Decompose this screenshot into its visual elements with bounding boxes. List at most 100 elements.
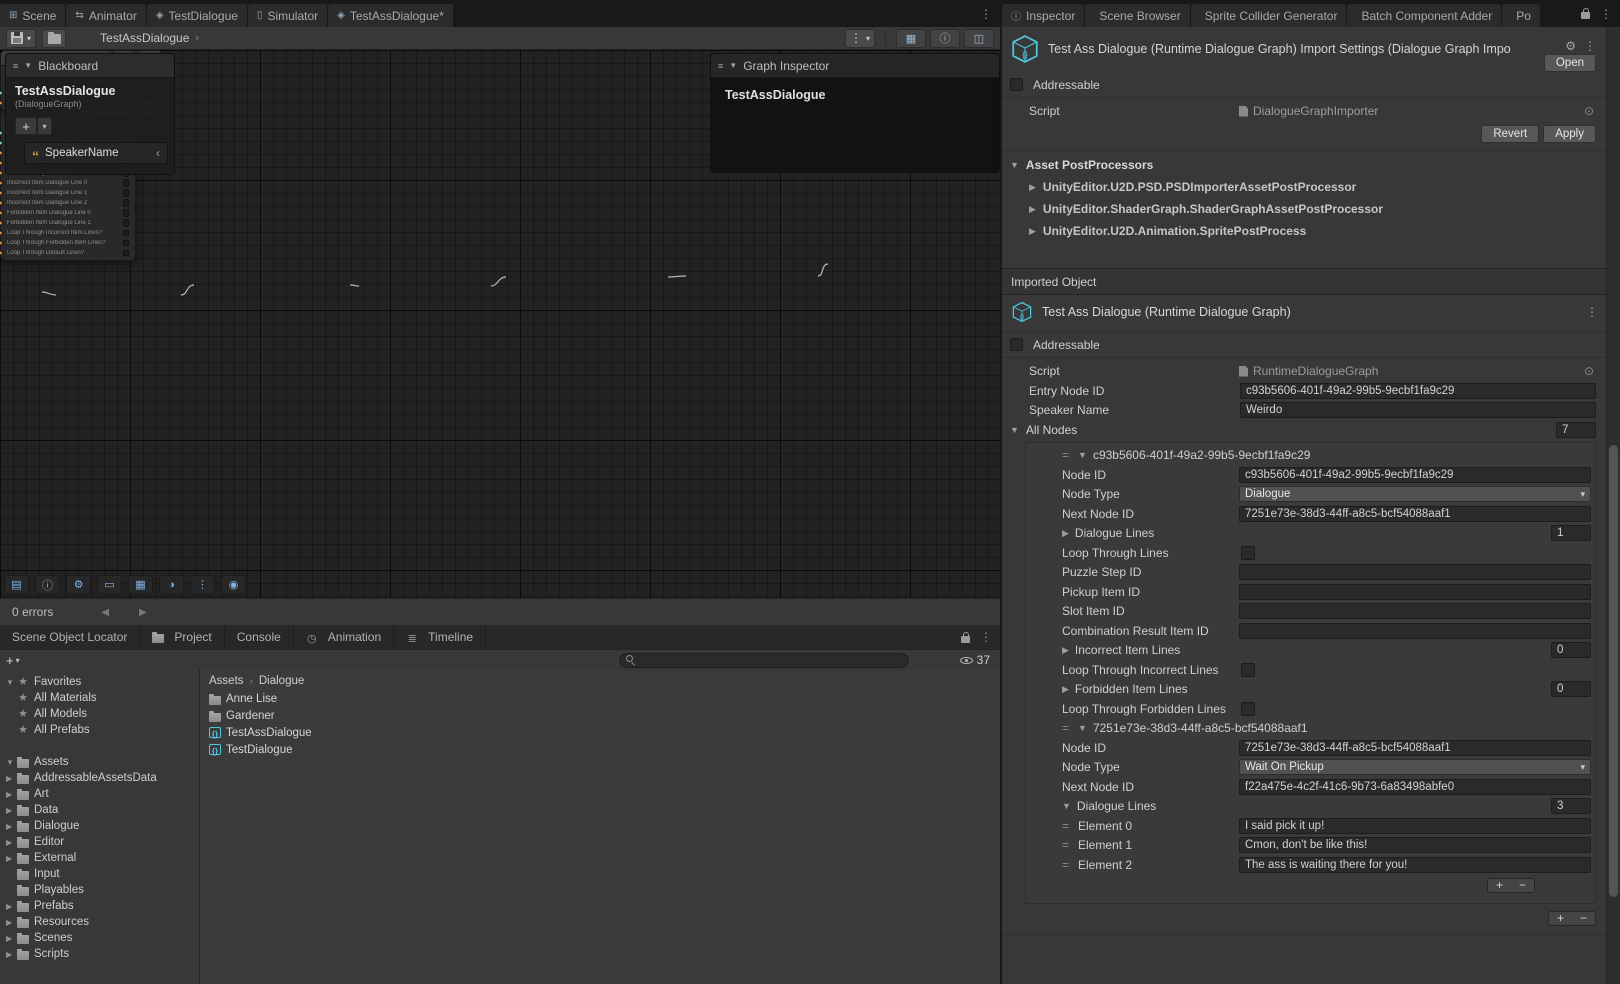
- inspector-property-row[interactable]: = Element 2 The ass is waiting there for…: [1026, 855, 1595, 875]
- addressable-checkbox[interactable]: [1010, 78, 1023, 91]
- tree-item[interactable]: ▶ Prefabs: [0, 898, 199, 914]
- script-value[interactable]: DialogueGraphImporter: [1239, 104, 1606, 118]
- expand-arrow-icon[interactable]: ▶: [6, 774, 17, 783]
- remove-node-button[interactable]: −: [1572, 912, 1595, 925]
- add-property-dropdown[interactable]: ▾: [38, 117, 52, 135]
- inspector-tab[interactable]: Po: [1502, 4, 1541, 27]
- bottom-tab[interactable]: Animation: [294, 625, 394, 649]
- speaker-name-field[interactable]: Weirdo: [1240, 402, 1596, 418]
- drag-handle-icon[interactable]: =: [1062, 448, 1068, 462]
- prev-error-button[interactable]: ◀: [101, 607, 109, 618]
- foldout-arrow-icon[interactable]: ▶: [1062, 684, 1069, 695]
- node-row-value[interactable]: [123, 209, 129, 217]
- array-size-field[interactable]: 0: [1551, 642, 1591, 658]
- tree-item[interactable]: ▶ Scripts: [0, 946, 199, 962]
- property-value[interactable]: Wait On Pickup: [1239, 759, 1591, 775]
- input-port-icon[interactable]: [0, 231, 3, 236]
- node-row[interactable]: Forbidden Item Dialogue Line 1: [1, 218, 135, 228]
- save-button[interactable]: ▾: [6, 29, 36, 48]
- presets-icon[interactable]: ⚙: [1565, 39, 1576, 53]
- graph-footer-button[interactable]: ◑: [159, 575, 184, 594]
- inspector-property-row[interactable]: = ▼ c93b5606-401f-49a2-99b5-9ecbf1fa9c29: [1026, 446, 1595, 466]
- tree-item[interactable]: ▼ Assets: [0, 754, 199, 770]
- property-value[interactable]: c93b5606-401f-49a2-99b5-9ecbf1fa9c29: [1239, 467, 1591, 483]
- remove-element-button[interactable]: −: [1511, 879, 1534, 892]
- blackboard-panel[interactable]: ≡ ▼ Blackboard TestAssDialogue (Dialogue…: [5, 53, 175, 175]
- input-port-icon[interactable]: [0, 251, 3, 256]
- editor-tab[interactable]: ▯ Simulator: [248, 4, 328, 27]
- property-value[interactable]: [1241, 546, 1255, 560]
- toolbar-toggle-button[interactable]: ⓘ: [930, 29, 960, 48]
- file-row[interactable]: Anne Lise: [200, 690, 1000, 707]
- postprocessor-item[interactable]: ▶ UnityEditor.U2D.Animation.SpritePostPr…: [1002, 220, 1606, 242]
- node-row[interactable]: Incorrect Item Dialogue Line 0: [1, 178, 135, 188]
- input-port-icon[interactable]: [0, 161, 3, 166]
- revert-button[interactable]: Revert: [1481, 125, 1539, 143]
- inspector-property-row[interactable]: = Pickup Item ID: [1026, 582, 1595, 602]
- property-value[interactable]: [1239, 603, 1591, 619]
- lock-icon[interactable]: [1581, 12, 1590, 19]
- tree-item[interactable]: ▶ Data: [0, 802, 199, 818]
- graph-inspector-header[interactable]: ≡ ▼ Graph Inspector: [711, 54, 999, 78]
- lock-icon[interactable]: [961, 636, 970, 643]
- breadcrumb-root[interactable]: Assets: [209, 675, 244, 687]
- inspector-scrollbar[interactable]: [1606, 27, 1620, 984]
- expand-arrow-icon[interactable]: ▶: [6, 918, 17, 927]
- foldout-arrow-icon[interactable]: ▶: [1062, 645, 1069, 656]
- node-row-value[interactable]: [123, 240, 129, 246]
- property-value[interactable]: [1239, 584, 1591, 600]
- array-size-field[interactable]: 7: [1556, 422, 1596, 438]
- property-value[interactable]: [1241, 663, 1255, 677]
- menu-dots-icon[interactable]: ⋮: [1586, 305, 1598, 319]
- edge[interactable]: [181, 285, 194, 295]
- node-row[interactable]: Incorrect Item Dialogue Line 2: [1, 198, 135, 208]
- node-row[interactable]: Incorrect Item Dialogue Line 1: [1, 188, 135, 198]
- next-error-button[interactable]: ▶: [139, 607, 147, 618]
- menu-dots-icon[interactable]: ⋮: [1584, 39, 1596, 53]
- postprocessors-foldout[interactable]: ▼ Asset PostProcessors: [1002, 154, 1606, 176]
- property-value[interactable]: 7251e73e-38d3-44ff-a8c5-bcf54088aaf1: [1239, 740, 1591, 756]
- property-value[interactable]: Dialogue: [1239, 486, 1591, 502]
- foldout-arrow-icon[interactable]: ▼: [1078, 450, 1087, 460]
- collapse-icon[interactable]: ▼: [24, 61, 32, 70]
- tree-item[interactable]: All Models: [0, 706, 199, 722]
- menu-dots-icon[interactable]: ⋮: [980, 630, 992, 644]
- drag-handle-icon[interactable]: =: [1062, 819, 1068, 833]
- all-nodes-foldout[interactable]: ▼ All Nodes 7: [1002, 420, 1606, 440]
- input-port-icon[interactable]: [0, 171, 3, 176]
- drag-handle-icon[interactable]: =: [1062, 858, 1068, 872]
- property-value[interactable]: f22a475e-4c2f-41c6-9b73-6a83498abfe0: [1239, 779, 1591, 795]
- addressable-checkbox[interactable]: [1010, 338, 1023, 351]
- drag-handle-icon[interactable]: =: [1062, 721, 1068, 735]
- input-port-icon[interactable]: [0, 241, 3, 246]
- inspector-property-row[interactable]: = Loop Through Incorrect Lines: [1026, 660, 1595, 680]
- node-row-value[interactable]: [123, 219, 129, 227]
- inspector-property-row[interactable]: = Element 0 I said pick it up!: [1026, 816, 1595, 836]
- tree-item[interactable]: All Prefabs: [0, 722, 199, 738]
- breadcrumb-folder[interactable]: Dialogue: [259, 675, 304, 687]
- tree-item[interactable]: ▼ Favorites: [0, 674, 199, 690]
- inspector-tab[interactable]: Scene Browser: [1085, 4, 1190, 27]
- collapse-icon[interactable]: ▼: [729, 61, 737, 70]
- property-value[interactable]: [1239, 564, 1591, 580]
- inspector-property-row[interactable]: = Puzzle Step ID: [1026, 563, 1595, 583]
- tree-item[interactable]: ▶ Resources: [0, 914, 199, 930]
- graph-footer-button[interactable]: ◉: [221, 575, 246, 594]
- array-size-field[interactable]: 1: [1551, 525, 1591, 541]
- apply-button[interactable]: Apply: [1543, 125, 1596, 143]
- inspector-property-row[interactable]: = Loop Through Lines: [1026, 543, 1595, 563]
- add-element-button[interactable]: +: [1488, 879, 1511, 892]
- bottom-tab[interactable]: Console: [225, 625, 294, 649]
- node-row-value[interactable]: [123, 250, 129, 256]
- array-size-field[interactable]: 3: [1551, 798, 1591, 814]
- bottom-tab[interactable]: Scene Object Locator: [0, 625, 140, 649]
- bottom-tab[interactable]: Project: [140, 625, 224, 649]
- expand-arrow-icon[interactable]: ▶: [6, 806, 17, 815]
- tree-item[interactable]: Playables: [0, 882, 199, 898]
- inspector-property-row[interactable]: = Next Node ID f22a475e-4c2f-41c6-9b73-6…: [1026, 777, 1595, 797]
- node-row-value[interactable]: [123, 199, 129, 207]
- inspector-property-row[interactable]: = ▶ Forbidden Item Lines 0: [1026, 680, 1595, 700]
- input-port-icon[interactable]: [0, 191, 3, 196]
- postprocessor-item[interactable]: ▶ UnityEditor.ShaderGraph.ShaderGraphAss…: [1002, 198, 1606, 220]
- open-button[interactable]: Open: [1544, 54, 1596, 72]
